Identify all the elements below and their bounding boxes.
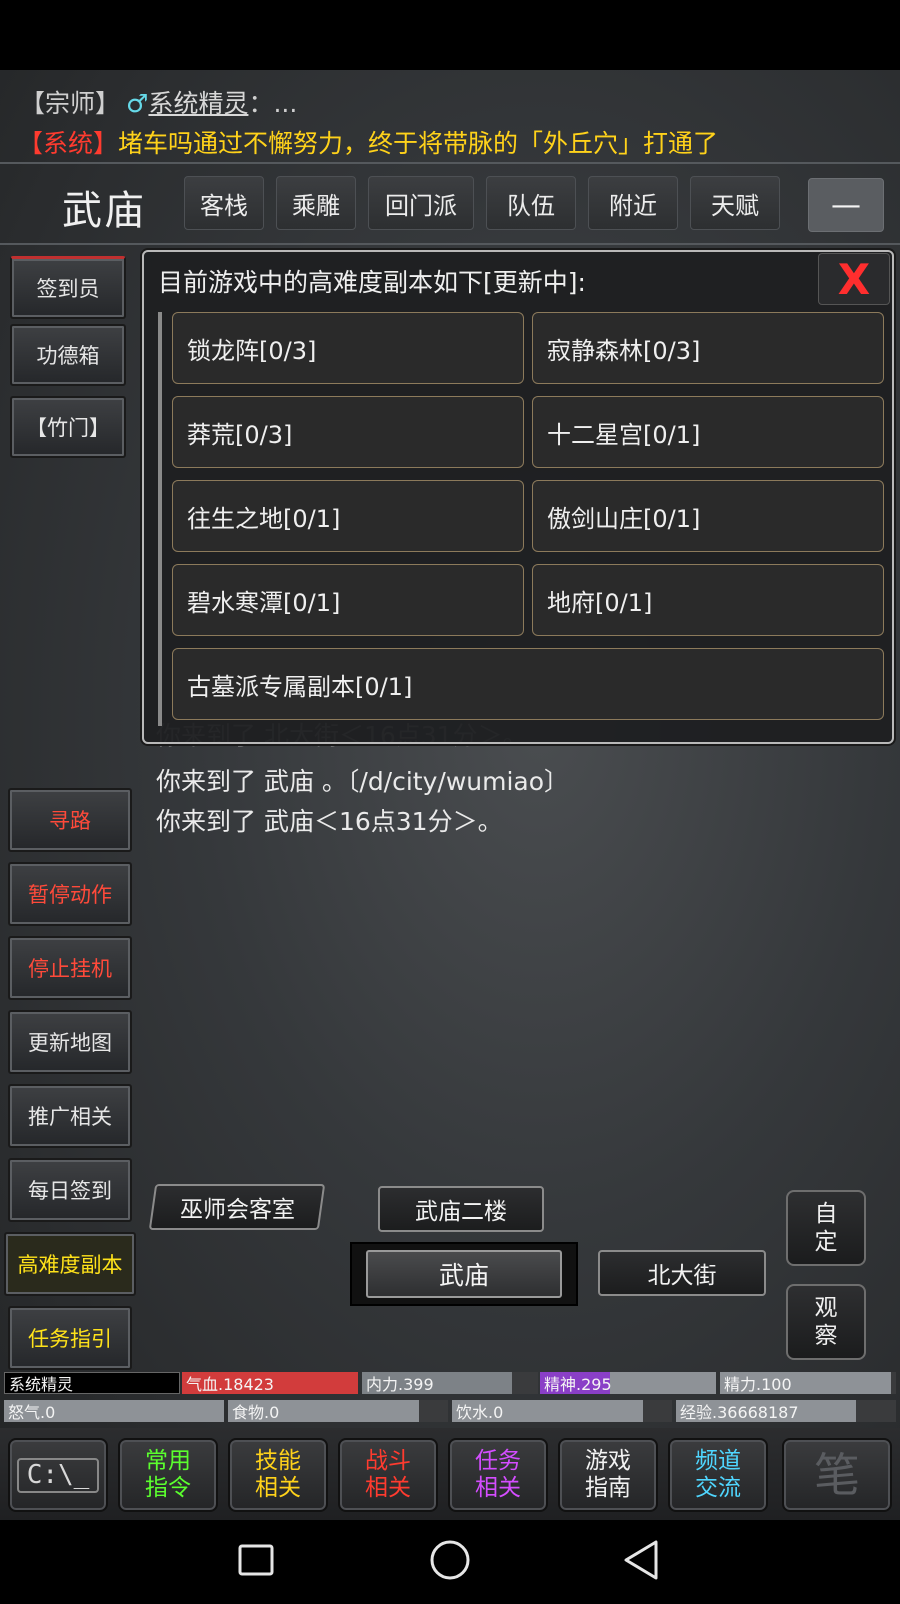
tool-label: 游戏 xyxy=(585,1448,631,1474)
water-bar: 饮水.0 xyxy=(452,1400,672,1422)
neili-bar: 内力.399 xyxy=(362,1372,538,1394)
exp-value: 经验.36668187 xyxy=(680,1403,799,1422)
back-icon xyxy=(624,1540,658,1580)
tool-label: 交流 xyxy=(695,1475,741,1501)
dungeon-button[interactable]: 锁龙阵[0/3] xyxy=(172,312,524,384)
nuqi-value: 怒气.0 xyxy=(8,1403,56,1422)
tool-label: 战斗 xyxy=(365,1448,411,1474)
tab-eagle[interactable]: 乘雕 xyxy=(276,176,356,230)
nav-icons xyxy=(238,1540,658,1580)
neili-value: 内力.399 xyxy=(366,1375,434,1394)
status-bar xyxy=(0,0,900,70)
scrollbar[interactable] xyxy=(158,312,162,726)
tool-label: 相关 xyxy=(255,1475,301,1501)
dungeon-button[interactable]: 往生之地[0/1] xyxy=(172,480,524,552)
combat-button[interactable]: 战斗 相关 xyxy=(338,1438,438,1512)
tab-team[interactable]: 队伍 xyxy=(486,176,576,230)
dialog-title: 目前游戏中的高难度副本如下[更新中]: xyxy=(158,268,586,297)
divider xyxy=(0,243,900,245)
exp-bar: 经验.36668187 xyxy=(676,1400,896,1422)
nuqi-bar: 怒气.0 xyxy=(4,1400,224,1422)
jingli-bar: 精力.100 xyxy=(720,1372,896,1394)
tool-label: 相关 xyxy=(475,1475,521,1501)
jingshen-value: 精神.295 xyxy=(544,1375,612,1394)
pen-icon: 笔 xyxy=(814,1448,860,1502)
sidebar-item-pathfind[interactable]: 寻路 xyxy=(8,788,132,852)
location-title: 武庙 xyxy=(62,188,146,234)
jingshen-bar: 精神.295 xyxy=(540,1372,716,1394)
game-guide-button[interactable]: 游戏 指南 xyxy=(558,1438,658,1512)
tab-inn[interactable]: 客栈 xyxy=(184,176,264,230)
tool-label: 指令 xyxy=(145,1475,191,1501)
tool-label: 任务 xyxy=(475,1448,521,1474)
close-icon[interactable]: X xyxy=(818,253,890,305)
sidebar-item-bamboo-door[interactable]: 【竹门】 xyxy=(10,396,126,458)
tool-label: 频道 xyxy=(695,1448,741,1474)
dungeon-button[interactable]: 寂静森林[0/3] xyxy=(532,312,884,384)
player-name: 系统精灵 xyxy=(4,1372,180,1394)
exit-northwest[interactable]: 巫师会客室 xyxy=(148,1184,326,1230)
system-tag: 【系统】 xyxy=(18,129,119,158)
chat-line-2: 【系统】堵车吗通过不懈努力，终于将带脉的「外丘穴」打通了 xyxy=(18,124,718,160)
tool-label: 相关 xyxy=(365,1475,411,1501)
divider xyxy=(0,162,900,164)
recents-icon xyxy=(238,1544,274,1576)
home-icon xyxy=(430,1540,470,1580)
chat-message: ：... xyxy=(248,89,298,118)
common-commands-button[interactable]: 常用 指令 xyxy=(118,1438,218,1512)
dungeon-button[interactable]: 十二星宫[0/1] xyxy=(532,396,884,468)
dungeon-button[interactable]: 古墓派专属副本[0/1] xyxy=(172,648,884,720)
system-message: 堵车吗通过不懈努力，终于将带脉的「外丘穴」打通了 xyxy=(118,129,719,158)
sidebar-item-pause-action[interactable]: 暂停动作 xyxy=(8,862,132,926)
water-value: 饮水.0 xyxy=(456,1403,504,1422)
exit-label: 巫师会客室 xyxy=(179,1197,295,1223)
sidebar-item-checkin-npc[interactable]: 签到员 xyxy=(10,256,126,319)
sidebar-item-promotion[interactable]: 推广相关 xyxy=(8,1084,132,1148)
chat-sender-link[interactable]: 系统精灵 xyxy=(148,89,248,118)
quests-button[interactable]: 任务 相关 xyxy=(448,1438,548,1512)
sidebar-item-daily-checkin[interactable]: 每日签到 xyxy=(8,1158,132,1222)
custom-button[interactable]: 自 定 xyxy=(786,1190,866,1266)
console-button[interactable]: C:\_ xyxy=(8,1438,108,1512)
sidebar-item-quest-guide[interactable]: 任务指引 xyxy=(8,1306,132,1370)
sidebar-item-stop-idle[interactable]: 停止挂机 xyxy=(8,936,132,1000)
exit-north[interactable]: 武庙二楼 xyxy=(378,1186,544,1232)
male-gender-icon: ♂ xyxy=(126,89,149,118)
jingli-value: 精力.100 xyxy=(724,1375,792,1394)
tab-talent[interactable]: 天赋 xyxy=(690,176,780,230)
skills-button[interactable]: 技能 相关 xyxy=(228,1438,328,1512)
system-nav-bar xyxy=(0,1520,900,1600)
exit-east[interactable]: 北大街 xyxy=(598,1250,766,1296)
hp-value: 气血.18423 xyxy=(186,1375,274,1394)
chat-rank-tag: 【宗师】 xyxy=(20,89,121,118)
observe-button[interactable]: 观 察 xyxy=(786,1284,866,1360)
collapse-button[interactable]: — xyxy=(808,178,884,232)
tool-label: 技能 xyxy=(255,1448,301,1474)
sidebar-item-merit-box[interactable]: 功德箱 xyxy=(10,324,126,386)
hp-bar: 气血.18423 xyxy=(182,1372,358,1394)
dungeon-button[interactable]: 莽荒[0/3] xyxy=(172,396,524,468)
tool-label: 常用 xyxy=(145,1448,191,1474)
message-line: 你来到了 武庙 。〔/d/city/wumiao〕 xyxy=(156,767,570,796)
message-line: 你来到了 武庙＜16点31分＞。 xyxy=(156,807,503,836)
tool-label: 指南 xyxy=(585,1475,631,1501)
food-value: 食物.0 xyxy=(232,1403,280,1422)
dungeon-button[interactable]: 地府[0/1] xyxy=(532,564,884,636)
chat-line-1[interactable]: 【宗师】 ♂系统精灵：... xyxy=(20,84,297,120)
sidebar-item-hard-dungeon[interactable]: 高难度副本 xyxy=(4,1232,136,1296)
dungeon-button[interactable]: 傲剑山庄[0/1] xyxy=(532,480,884,552)
current-room[interactable]: 武庙 xyxy=(366,1250,562,1298)
tab-nearby[interactable]: 附近 xyxy=(588,176,678,230)
channel-chat-button[interactable]: 频道 交流 xyxy=(668,1438,768,1512)
food-bar: 食物.0 xyxy=(228,1400,448,1422)
notes-button[interactable]: 笔 xyxy=(782,1438,892,1512)
tab-return-sect[interactable]: 回门派 xyxy=(368,176,474,230)
dungeon-button[interactable]: 碧水寒潭[0/1] xyxy=(172,564,524,636)
console-icon: C:\_ xyxy=(16,1457,100,1493)
sidebar-item-update-map[interactable]: 更新地图 xyxy=(8,1010,132,1074)
